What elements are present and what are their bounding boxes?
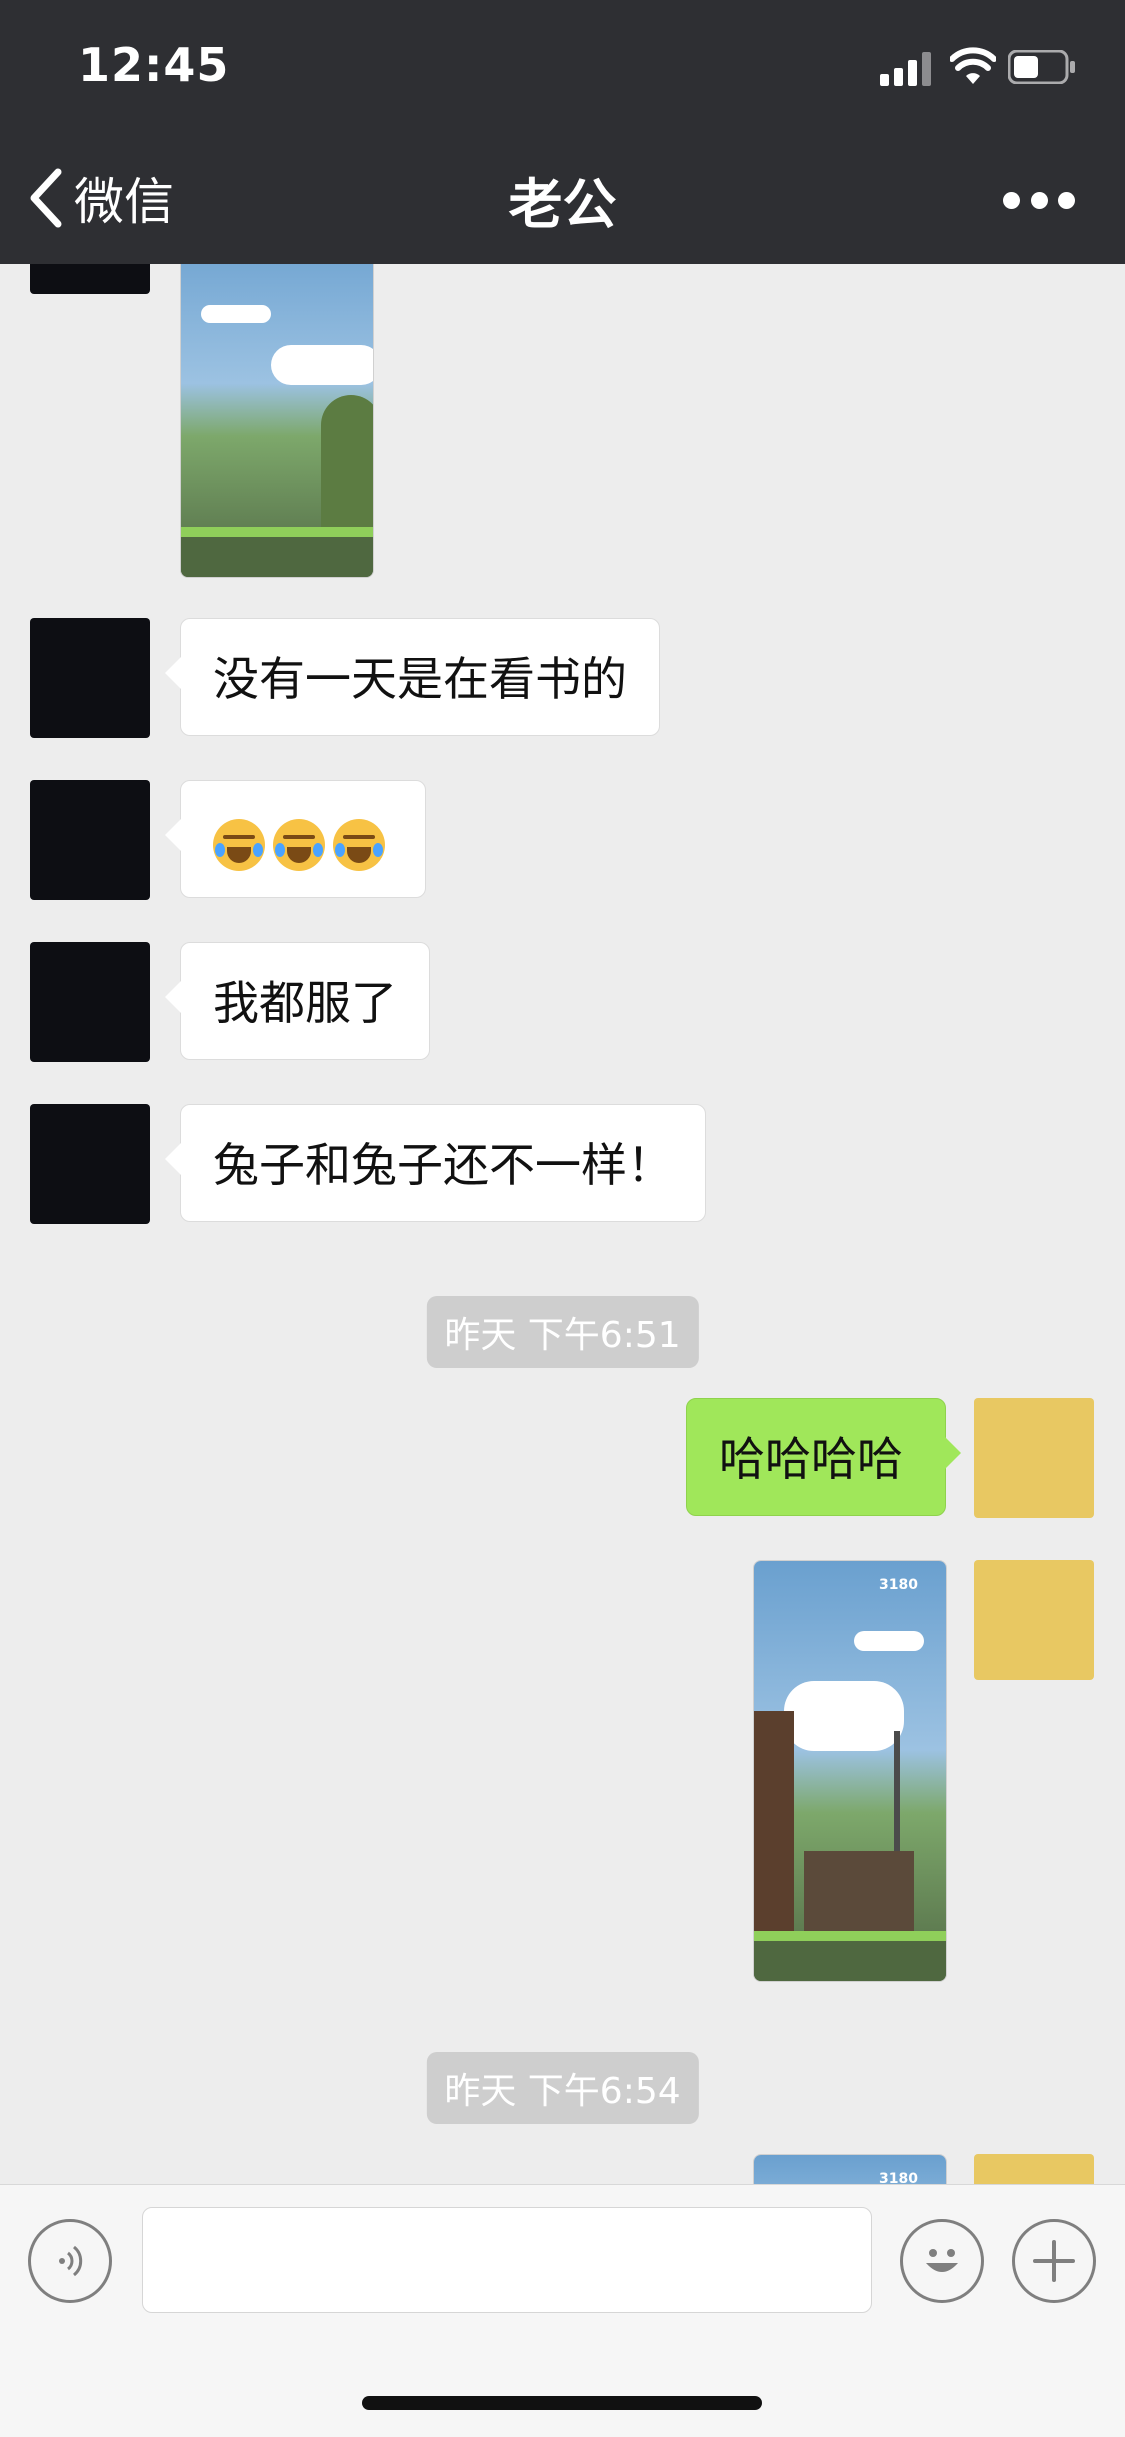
emoji-message-bubble[interactable] [165,780,426,898]
game-screenshot: 3180 [754,2155,946,2184]
avatar-husband[interactable] [30,780,150,900]
voice-icon [59,2245,83,2277]
message-bubble[interactable]: 兔子和兔子还不一样！ [165,1104,706,1222]
emoji-button[interactable] [900,2219,984,2303]
status-time: 12:45 [78,38,230,92]
message-input[interactable] [142,2207,872,2313]
image-message[interactable]: 3180 [753,1560,947,1982]
top-bar: 12:45 微信 老公 [0,0,1125,264]
more-dot [1058,191,1075,209]
avatar-husband[interactable] [30,1104,150,1224]
game-screenshot [181,264,373,577]
avatar-self[interactable] [974,1560,1094,1680]
battery-icon [1008,50,1075,84]
image-message[interactable]: 3180 [753,2154,947,2184]
avatar-self[interactable] [974,1398,1094,1518]
avatar-husband[interactable] [30,618,150,738]
game-screenshot: 3180 [754,1561,946,1981]
more-button[interactable] [1003,180,1075,220]
plus-button[interactable] [1012,2219,1096,2303]
score-label: 3180 [879,2171,918,2184]
more-icon [1003,191,1020,209]
message-bubble[interactable]: 没有一天是在看书的 [165,618,660,736]
image-message[interactable] [180,264,374,578]
avatar-husband[interactable] [30,264,150,294]
chat-area[interactable]: 没有一天是在看书的 我都服了 兔子和兔子还不一样！ 昨天 下午6:51 哈哈哈哈… [0,264,1125,2184]
score-label: 3180 [879,1577,918,1593]
timestamp: 昨天 下午6:51 [426,1296,699,1368]
sent-message-bubble[interactable]: 哈哈哈哈 [686,1398,961,1516]
laughing-crying-emoji-icon [333,818,385,871]
avatar-husband[interactable] [30,942,150,1062]
more-dot [1030,191,1048,209]
timestamp: 昨天 下午6:54 [426,2052,699,2124]
laughing-crying-emoji-icon [273,818,325,871]
page-title: 老公 [508,173,617,236]
emoji-icon [926,2249,958,2272]
signal-icon [880,52,936,86]
avatar-self[interactable] [974,2154,1094,2184]
laughing-crying-emoji-icon [213,818,265,871]
wifi-icon [950,47,996,84]
plus-icon [1033,2240,1075,2282]
voice-button[interactable] [28,2219,112,2303]
home-indicator [362,2396,762,2410]
message-bubble[interactable]: 我都服了 [165,942,430,1060]
